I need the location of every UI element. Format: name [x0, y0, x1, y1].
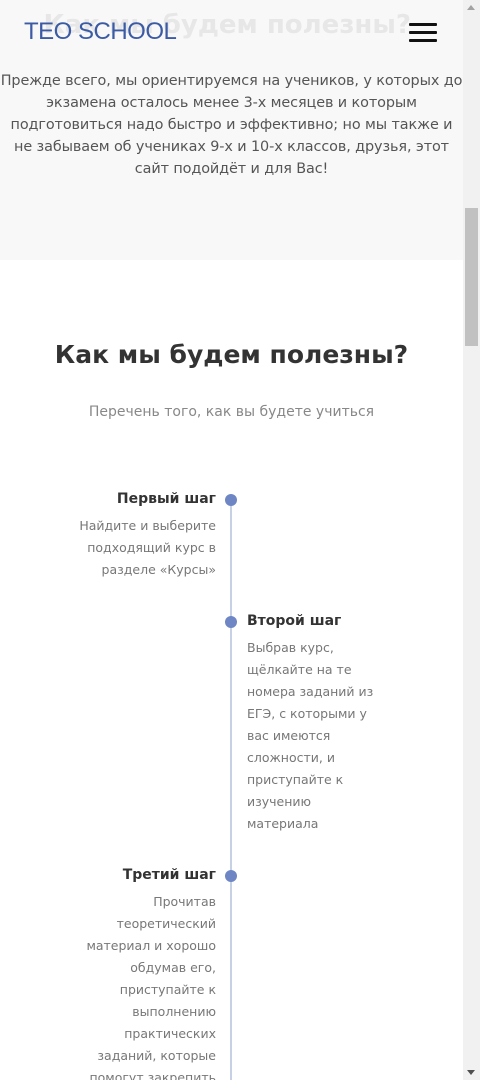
page: Как мы будем полезны? Прежде всего, мы о… — [0, 0, 463, 1080]
timeline-line — [230, 500, 232, 1080]
section-subtitle: Перечень того, как вы будете учиться — [88, 404, 375, 420]
menu-bar — [409, 39, 437, 42]
intro-paragraph: Прежде всего, мы ориентируемся на ученик… — [0, 73, 463, 177]
step-description: Найдите и выберите подходящий курс в раз… — [79, 518, 216, 577]
menu-bar — [409, 23, 437, 26]
timeline-dot — [225, 494, 237, 506]
vertical-scrollbar[interactable] — [463, 0, 480, 1080]
site-logo[interactable]: TEO SCHOOL — [24, 18, 177, 46]
scroll-up-arrow-icon[interactable] — [467, 5, 475, 10]
step-title: Первый шаг — [116, 491, 216, 507]
hamburger-menu-icon[interactable] — [406, 20, 438, 44]
section-title: Как мы будем полезны? — [54, 340, 409, 369]
timeline-dot — [225, 616, 237, 628]
scroll-down-arrow-icon[interactable] — [467, 1070, 475, 1075]
site-header: TEO SCHOOL — [0, 0, 463, 64]
menu-bar — [409, 31, 437, 34]
step-description: Выбрав курс, щёлкайте на те номера задан… — [247, 640, 374, 831]
step-title: Третий шаг — [122, 867, 216, 883]
timeline-dot — [225, 870, 237, 882]
scrollbar-thumb[interactable] — [465, 208, 478, 346]
step-title: Второй шаг — [247, 613, 342, 629]
step-description: Прочитав теоретический материал и хорошо… — [86, 894, 216, 1080]
